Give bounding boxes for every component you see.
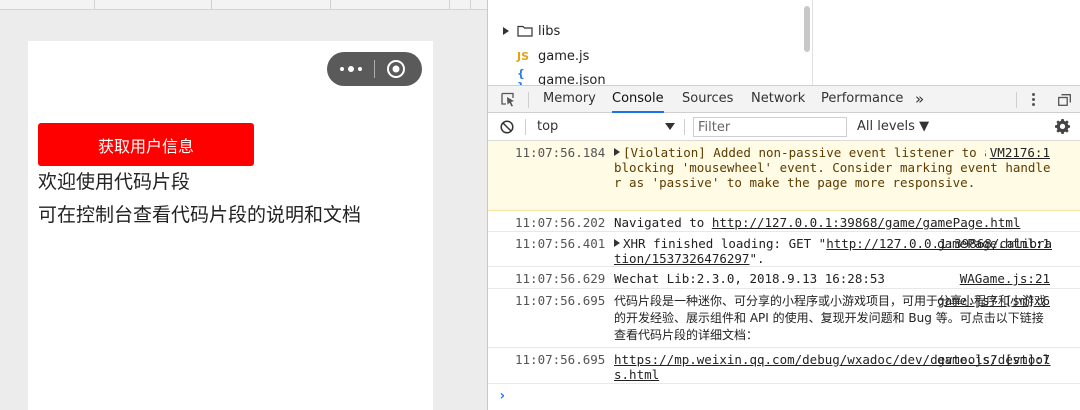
message-timestamp: 11:07:56.202 (515, 215, 606, 230)
message-prefix: Navigated to (614, 215, 712, 230)
tab-performance[interactable]: Performance (821, 86, 903, 113)
console-message: 11:07:56.202 Navigated to http://127.0.0… (488, 211, 1080, 232)
console-message: 11:07:56.401 XHR finished loading: GET "… (488, 232, 1080, 267)
undock-icon[interactable] (1058, 94, 1071, 106)
phone-screen: 获取用户信息 欢迎使用代码片段 可在控制台查看代码片段的说明和文档 (28, 41, 433, 410)
gear-icon[interactable] (1055, 119, 1071, 135)
message-timestamp: 11:07:56.184 (515, 145, 606, 160)
tree-item-label: libs (538, 23, 561, 39)
console-prompt[interactable]: › (498, 388, 506, 404)
tab-memory[interactable]: Memory (543, 86, 596, 113)
console-filter-bar: top All levels ▼ (488, 113, 1080, 141)
json-file-icon: { } (517, 67, 525, 85)
devtools-tab-bar: Memory Console Sources Network Performan… (488, 85, 1080, 113)
tree-scrollbar[interactable] (804, 6, 810, 52)
message-source-link[interactable]: VM2176:1 (985, 145, 1050, 160)
filter-input[interactable] (693, 117, 847, 137)
expand-arrow-icon[interactable] (614, 148, 620, 156)
get-user-info-button[interactable]: 获取用户信息 (38, 123, 254, 166)
console-message: 11:07:56.695 https://mp.weixin.qq.com/de… (488, 348, 1080, 384)
tree-item-label: game.js (538, 48, 590, 64)
context-value: top (537, 119, 559, 134)
message-link[interactable]: http://127.0.0.1:39868/game/gamePage.htm… (712, 215, 1021, 230)
folder-icon (517, 25, 533, 37)
hint-text: 可在控制台查看代码片段的说明和文档 (38, 204, 362, 226)
message-suffix: ". (749, 251, 765, 266)
message-prefix: XHR finished loading: GET " (623, 236, 827, 251)
tab-sources[interactable]: Sources (682, 86, 733, 113)
close-capsule-icon[interactable] (386, 59, 406, 79)
simulator-panel: 获取用户信息 欢迎使用代码片段 可在控制台查看代码片段的说明和文档 (0, 0, 487, 410)
tab-network[interactable]: Network (751, 86, 805, 113)
inspect-element-icon[interactable] (500, 92, 516, 107)
clear-console-icon[interactable] (500, 120, 514, 134)
console-message: 11:07:56.695 代码片段是一种迷你、可分享的小程序或小游戏项目，可用于… (488, 289, 1080, 348)
expand-arrow-icon[interactable] (503, 27, 509, 35)
message-source-link[interactable]: WAGame.js:21 (956, 271, 1050, 286)
message-timestamp: 11:07:56.695 (515, 293, 606, 308)
log-levels-dropdown[interactable]: All levels ▼ (857, 119, 929, 135)
message-source-link[interactable]: game.js? [sm]:7 (933, 352, 1050, 367)
message-timestamp: 11:07:56.401 (515, 236, 606, 251)
file-tree: libs JS game.js { } game.json (488, 0, 812, 85)
context-selector[interactable]: top (537, 119, 675, 135)
simulator-toolbar (0, 0, 487, 10)
js-file-icon: JS (517, 49, 530, 63)
welcome-text: 欢迎使用代码片段 (38, 171, 191, 193)
message-timestamp: 11:07:56.629 (515, 271, 606, 286)
more-icon[interactable] (340, 66, 362, 72)
message-source-link[interactable]: gamePage.html:1 (933, 236, 1050, 251)
side-pane (812, 0, 1080, 85)
devtools-menu-icon[interactable] (1032, 93, 1035, 107)
more-tabs-button[interactable]: » (915, 86, 924, 113)
console-output: 11:07:56.184 [Violation] Added non-passi… (488, 141, 1080, 410)
expand-arrow-icon[interactable] (614, 239, 620, 247)
message-source-link[interactable]: game.js? [sm]:6 (933, 293, 1050, 308)
message-timestamp: 11:07:56.695 (515, 352, 606, 367)
mini-program-capsule (327, 52, 422, 86)
message-text: Navigated to http://127.0.0.1:39868/game… (614, 215, 1054, 230)
tree-item-label: game.json (538, 72, 606, 86)
console-message: 11:07:56.629 Wechat Lib:2.3.0, 2018.9.13… (488, 267, 1080, 289)
console-message: 11:07:56.184 [Violation] Added non-passi… (488, 141, 1080, 211)
tab-console[interactable]: Console (612, 86, 664, 113)
dropdown-caret-icon (665, 123, 675, 130)
